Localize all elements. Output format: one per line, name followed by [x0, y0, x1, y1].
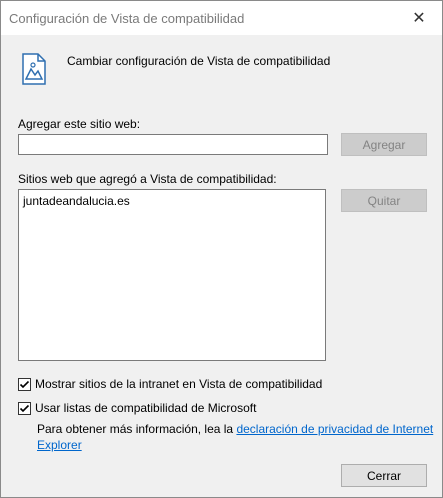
sites-list-label: Sitios web que agregó a Vista de compati… — [18, 172, 277, 186]
checkmark-icon — [19, 404, 30, 413]
add-site-input[interactable] — [18, 134, 328, 155]
close-icon[interactable]: ✕ — [396, 1, 442, 35]
privacy-link[interactable]: declaración de privacidad de Internet — [236, 422, 433, 436]
title-bar: Configuración de Vista de compatibilidad… — [1, 1, 442, 35]
add-site-label: Agregar este sitio web: — [18, 117, 141, 131]
intranet-checkbox[interactable] — [18, 378, 31, 391]
window-title: Configuración de Vista de compatibilidad — [9, 11, 245, 26]
microsoft-lists-label[interactable]: Usar listas de compatibilidad de Microso… — [35, 401, 256, 415]
intranet-label[interactable]: Mostrar sitios de la intranet en Vista d… — [35, 377, 322, 391]
remove-button[interactable]: Quitar — [341, 189, 427, 212]
info-text: Para obtener más información, lea la dec… — [37, 421, 441, 453]
list-item[interactable]: juntadeandalucia.es — [23, 194, 130, 208]
header-text: Cambiar configuración de Vista de compat… — [67, 54, 331, 68]
sites-list[interactable]: juntadeandalucia.es — [18, 189, 326, 361]
checkmark-icon — [19, 380, 30, 389]
privacy-link-continued[interactable]: Explorer — [37, 438, 82, 452]
compatibility-view-dialog: Configuración de Vista de compatibilidad… — [0, 0, 443, 498]
close-button[interactable]: Cerrar — [341, 464, 427, 487]
microsoft-lists-checkbox[interactable] — [18, 402, 31, 415]
add-button[interactable]: Agregar — [341, 133, 427, 156]
info-prefix: Para obtener más información, lea la — [37, 422, 237, 436]
document-map-icon — [22, 53, 46, 85]
